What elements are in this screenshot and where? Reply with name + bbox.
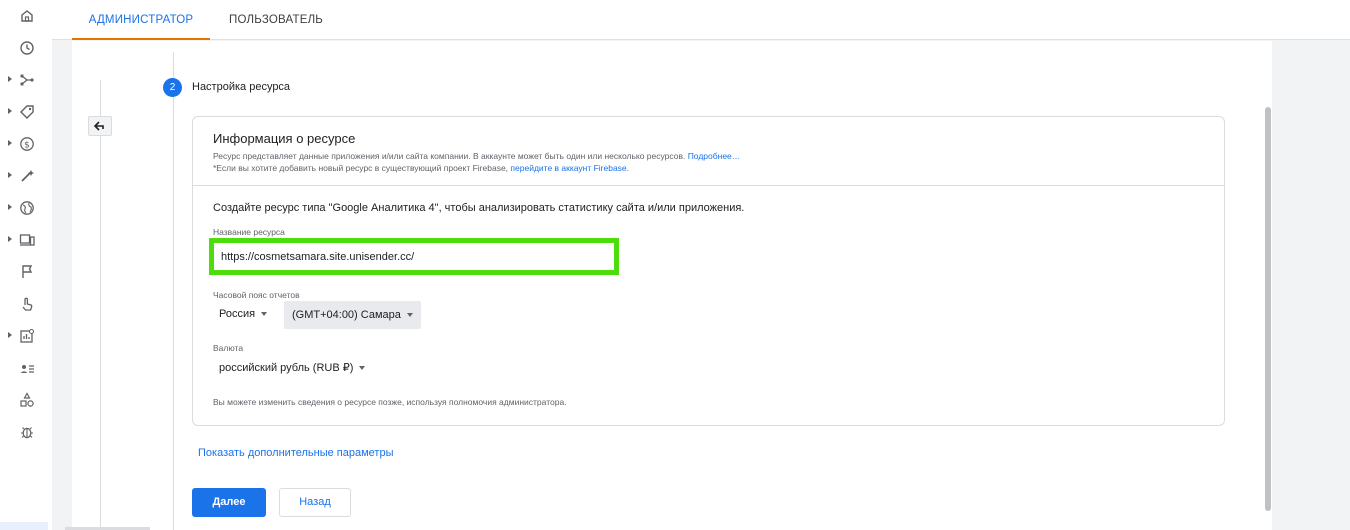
nav-shapes[interactable] <box>0 384 52 416</box>
dropdown-caret-icon <box>261 312 268 317</box>
user-list-icon <box>19 360 35 376</box>
expand-arrow-icon <box>8 332 12 338</box>
dropdown-caret-icon <box>406 313 413 318</box>
touch-icon <box>19 296 35 312</box>
report-icon <box>19 328 35 344</box>
card-header: Информация о ресурсе Ресурс представляет… <box>193 117 1224 186</box>
rail-bottom-strip <box>0 522 48 530</box>
left-divider-line <box>100 80 101 530</box>
step-number-badge: 2 <box>163 78 182 97</box>
property-name-label: Название ресурса <box>213 227 285 237</box>
nav-devices[interactable] <box>0 224 52 256</box>
card-title: Информация о ресурсе <box>213 131 356 146</box>
property-details-card: Информация о ресурсе Ресурс представляет… <box>192 116 1225 426</box>
currency-label: Валюта <box>213 343 244 353</box>
nav-touch[interactable] <box>0 288 52 320</box>
flag-icon <box>19 264 35 280</box>
edit-later-note: Вы можете изменить сведения о ресурсе по… <box>213 397 567 407</box>
timezone-select[interactable]: (GMT+04:00) Самара <box>284 301 421 329</box>
stepper-line <box>173 52 174 530</box>
tab-user[interactable]: Пользователь <box>229 0 323 40</box>
next-button[interactable]: Далее <box>192 488 266 517</box>
scrollbar[interactable] <box>1265 107 1271 511</box>
shapes-icon <box>19 392 35 408</box>
globe-icon <box>19 200 35 216</box>
currency-select[interactable]: российский рубль (RUB ₽) <box>213 355 371 381</box>
left-navigation-rail: $ <box>0 0 52 530</box>
currency-value: российский рубль (RUB ₽) <box>219 362 354 374</box>
step-title: Настройка ресурса <box>192 81 291 93</box>
back-button[interactable]: Назад <box>279 488 351 517</box>
nav-tag[interactable] <box>0 96 52 128</box>
back-arrow-button[interactable] <box>88 116 112 136</box>
card-firebase-note: *Если вы хотите добавить новый ресурс в … <box>213 163 629 173</box>
clock-icon <box>19 40 35 56</box>
devices-icon <box>19 232 35 248</box>
dollar-icon: $ <box>19 136 35 152</box>
nav-audience[interactable] <box>0 352 52 384</box>
branch-icon <box>19 72 35 88</box>
nav-home[interactable] <box>0 0 52 32</box>
expand-arrow-icon <box>8 140 12 146</box>
country-select[interactable]: Россия <box>213 301 273 327</box>
tag-icon <box>19 104 35 120</box>
wand-icon <box>19 168 35 184</box>
card-intro-text: Создайте ресурс типа "Google Аналитика 4… <box>213 202 745 214</box>
bug-icon <box>19 424 35 440</box>
advanced-options-link[interactable]: Показать дополнительные параметры <box>198 447 393 459</box>
expand-arrow-icon <box>8 76 12 82</box>
expand-arrow-icon <box>8 172 12 178</box>
nav-flag[interactable] <box>0 256 52 288</box>
nav-realtime[interactable] <box>0 32 52 64</box>
expand-arrow-icon <box>8 108 12 114</box>
firebase-account-link[interactable]: перейдите в аккаунт Firebase <box>510 163 626 173</box>
nav-monetization[interactable]: $ <box>0 128 52 160</box>
nav-debug[interactable] <box>0 416 52 448</box>
property-name-highlight <box>209 238 619 275</box>
tab-admin[interactable]: Администратор <box>72 0 210 40</box>
expand-arrow-icon <box>8 236 12 242</box>
firebase-note-end: . <box>626 163 630 173</box>
card-description: Ресурс представляет данные приложения и/… <box>213 151 740 161</box>
card-description-text: Ресурс представляет данные приложения и/… <box>213 151 688 161</box>
timezone-label: Часовой пояс отчетов <box>213 290 300 300</box>
timezone-value: (GMT+04:00) Самара <box>292 309 401 321</box>
nav-globe[interactable] <box>0 192 52 224</box>
property-name-input[interactable] <box>221 247 606 267</box>
svg-text:$: $ <box>24 140 30 150</box>
nav-wand[interactable] <box>0 160 52 192</box>
nav-report[interactable] <box>0 320 52 352</box>
expand-arrow-icon <box>8 204 12 210</box>
dropdown-caret-icon <box>359 366 366 371</box>
back-arrow-icon <box>94 121 104 131</box>
country-value: Россия <box>219 308 256 320</box>
learn-more-link[interactable]: Подробнее… <box>688 151 741 161</box>
firebase-note-text: *Если вы хотите добавить новый ресурс в … <box>213 163 511 173</box>
nav-branch[interactable] <box>0 64 52 96</box>
admin-tab-bar: Администратор Пользователь <box>52 0 1350 40</box>
home-icon <box>19 8 35 24</box>
